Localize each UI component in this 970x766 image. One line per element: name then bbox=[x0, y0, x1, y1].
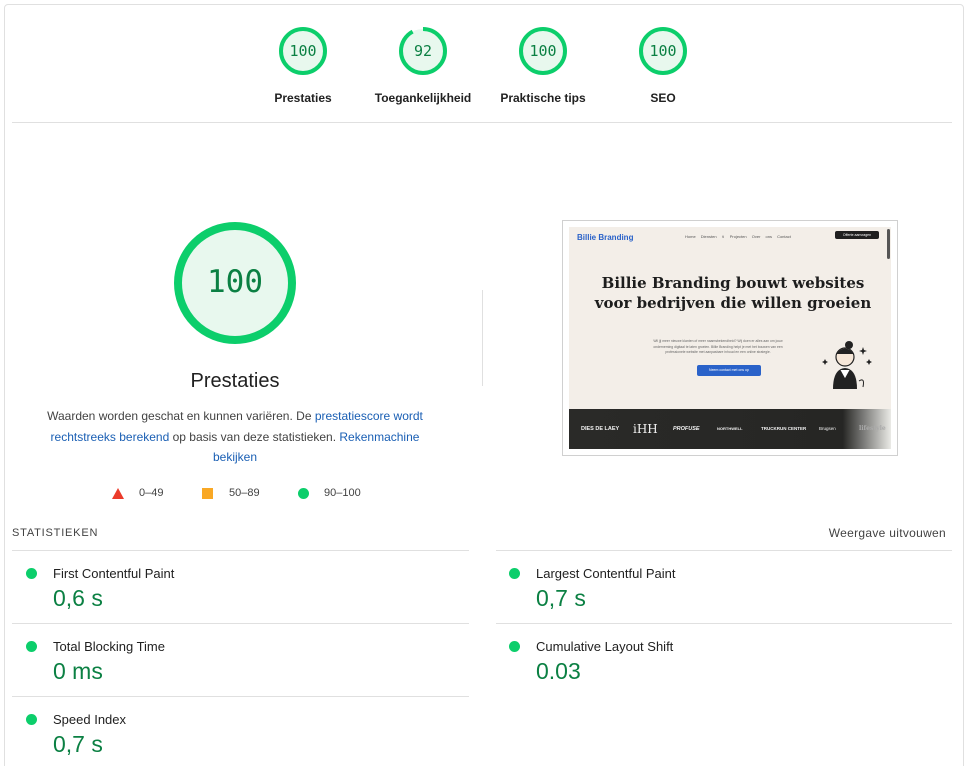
metric-label: First Contentful Paint bbox=[53, 566, 175, 581]
stats-header: STATISTIEKEN bbox=[12, 527, 99, 539]
divider bbox=[12, 122, 952, 123]
metric-value: 0,7 s bbox=[53, 731, 103, 757]
metric-label: Total Blocking Time bbox=[53, 639, 165, 654]
performance-description: Waarden worden geschat en kunnen variëre… bbox=[40, 406, 430, 468]
legend-range: 0–49 bbox=[139, 487, 164, 499]
thumb-brand: Billie Branding bbox=[577, 233, 634, 242]
vertical-divider bbox=[482, 290, 483, 386]
pass-circle-icon bbox=[509, 641, 520, 652]
score-label: SEO bbox=[650, 91, 676, 105]
score-label: Prestaties bbox=[274, 91, 332, 105]
score-value: 100 bbox=[649, 42, 677, 60]
metric-label: Largest Contentful Paint bbox=[536, 566, 676, 581]
thumb-logo: NORTHWELL bbox=[717, 426, 743, 431]
category-scores: 100 Prestaties 92 Toegankelijkheid 100 P… bbox=[0, 26, 970, 108]
metric-value: 0,6 s bbox=[53, 585, 103, 611]
thumb-logo: iHH bbox=[633, 422, 658, 436]
thumb-logo: lifestyle bbox=[859, 425, 886, 432]
score-label: Toegankelijkheid bbox=[374, 91, 472, 105]
divider bbox=[12, 623, 469, 624]
gauge-ring: 100 bbox=[638, 26, 688, 76]
thumb-logo: DIES DE LAEY bbox=[581, 426, 620, 432]
thumb-heading: Billie Branding bouwt websites voor bedr… bbox=[594, 274, 872, 312]
square-icon bbox=[202, 488, 213, 499]
divider bbox=[12, 696, 469, 697]
divider bbox=[12, 550, 469, 551]
pass-circle-icon bbox=[26, 641, 37, 652]
divider bbox=[496, 623, 952, 624]
gauge-ring: 100 bbox=[278, 26, 328, 76]
performance-title: Prestaties bbox=[190, 370, 280, 392]
legend-average: 50–89 bbox=[202, 486, 272, 502]
desc-text: Waarden worden geschat en kunnen variëre… bbox=[47, 409, 315, 423]
metric-label: Cumulative Layout Shift bbox=[536, 639, 674, 654]
score-gauge-seo[interactable]: 100 SEO bbox=[598, 26, 728, 105]
divider bbox=[496, 550, 952, 551]
desc-text: op basis van deze statistieken. bbox=[169, 429, 340, 444]
performance-score: 100 bbox=[207, 264, 263, 300]
pass-circle-icon bbox=[509, 568, 520, 579]
score-value: 100 bbox=[529, 42, 557, 60]
metric-value: 0,7 s bbox=[536, 585, 586, 611]
thumb-logo: PROFUSE bbox=[673, 426, 700, 432]
pass-circle-icon bbox=[26, 568, 37, 579]
score-gauge-accessibility[interactable]: 92 Toegankelijkheid bbox=[358, 26, 488, 105]
score-label: Praktische tips bbox=[500, 91, 586, 105]
metric-label: Speed Index bbox=[53, 712, 127, 727]
pass-circle-icon bbox=[26, 714, 37, 725]
score-value: 100 bbox=[289, 42, 317, 60]
triangle-icon bbox=[112, 488, 124, 499]
metric-value: 0 ms bbox=[53, 658, 103, 684]
legend-range: 90–100 bbox=[324, 487, 361, 499]
screenshot-content: Billie Branding Home Diensten ∨ Projecte… bbox=[569, 227, 891, 449]
score-gauge-performance[interactable]: 100 Prestaties bbox=[238, 26, 368, 105]
thumb-logo: TRUCKRUN CENTER bbox=[761, 426, 807, 431]
thumb-cta: Offerte aanvragen bbox=[835, 231, 879, 239]
thumb-button: Neem contact met ons op bbox=[697, 365, 761, 376]
metric-value: 0.03 bbox=[536, 658, 581, 684]
legend-range: 50–89 bbox=[229, 487, 260, 499]
score-gauge-best-practices[interactable]: 100 Praktische tips bbox=[478, 26, 608, 105]
thumb-nav: Home Diensten ∨ Projecten Over ons Conta… bbox=[685, 234, 791, 239]
thumb-scrollbar bbox=[887, 229, 890, 259]
mascot-illustration-icon bbox=[822, 341, 872, 389]
thumb-logo-strip: DIES DE LAEY iHH PROFUSE NORTHWELL TRUCK… bbox=[569, 409, 891, 449]
thumb-paragraph: Wil jij meer nieuwe klanten of meer naam… bbox=[653, 339, 783, 354]
legend-pass: 90–100 bbox=[298, 486, 378, 502]
circle-icon bbox=[298, 488, 309, 499]
legend-fail: 0–49 bbox=[112, 486, 172, 502]
gauge-ring: 100 bbox=[518, 26, 568, 76]
gauge-ring: 92 bbox=[398, 26, 448, 76]
thumb-logo: Brugsen bbox=[819, 426, 836, 431]
final-screenshot[interactable]: Billie Branding Home Diensten ∨ Projecte… bbox=[562, 220, 898, 456]
expand-view-toggle[interactable]: Weergave uitvouwen bbox=[829, 526, 946, 540]
performance-gauge: 100 bbox=[172, 220, 298, 346]
score-value: 92 bbox=[413, 42, 433, 60]
